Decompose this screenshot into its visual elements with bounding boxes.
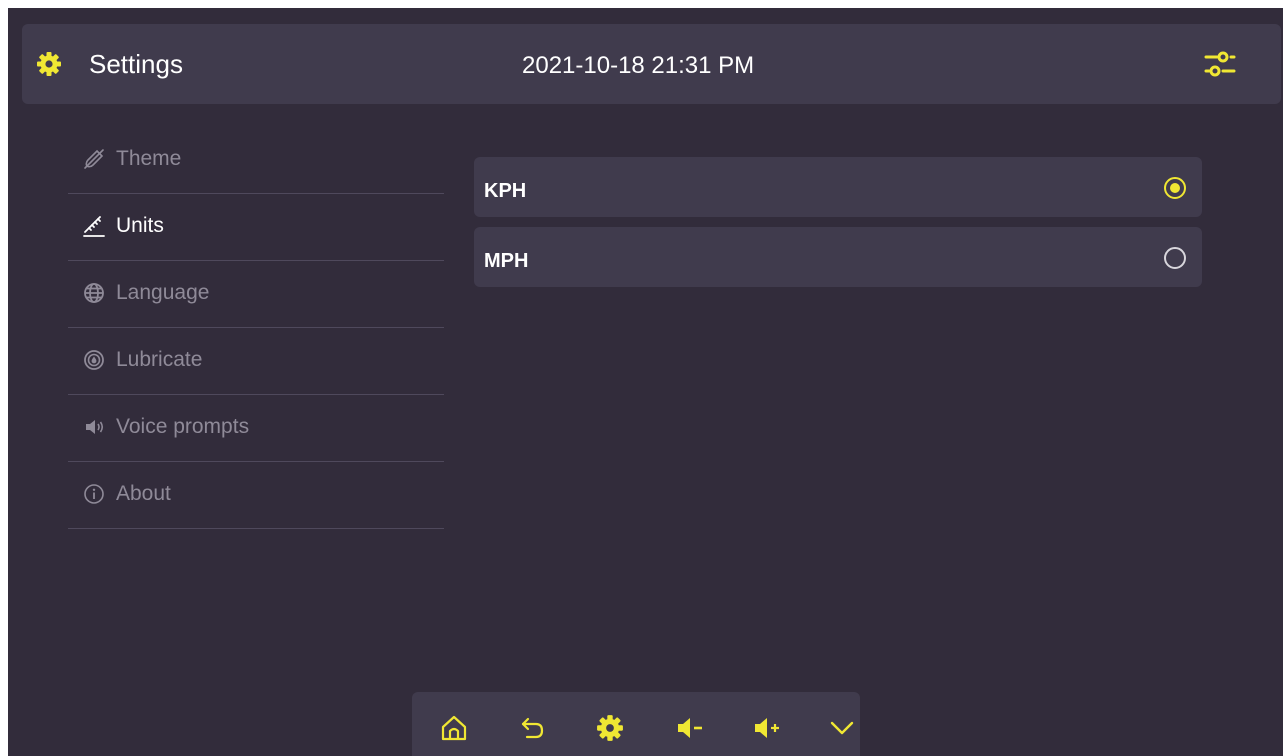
settings-screen: Settings 2021-10-18 21:31 PM Theme Units… bbox=[8, 8, 1283, 756]
sidebar-item-lubricate[interactable]: Lubricate bbox=[68, 328, 444, 395]
volume-down-icon[interactable] bbox=[670, 708, 710, 748]
globe-icon bbox=[82, 281, 106, 305]
sliders-icon[interactable] bbox=[1203, 47, 1237, 81]
sidebar-item-label: Theme bbox=[116, 147, 182, 170]
units-options: KPH MPH bbox=[474, 157, 1202, 297]
option-mph[interactable]: MPH bbox=[474, 227, 1202, 287]
sidebar-item-label: About bbox=[116, 482, 171, 505]
gear-icon bbox=[36, 51, 62, 77]
back-icon[interactable] bbox=[513, 708, 553, 748]
sidebar-item-about[interactable]: About bbox=[68, 462, 444, 529]
option-kph[interactable]: KPH bbox=[474, 157, 1202, 217]
ruler-icon bbox=[82, 214, 106, 238]
sidebar-item-units[interactable]: Units bbox=[68, 194, 444, 261]
drop-icon bbox=[82, 348, 106, 372]
radio-unselected[interactable] bbox=[1164, 247, 1186, 269]
volume-up-icon[interactable] bbox=[747, 708, 787, 748]
bottom-nav-bar bbox=[412, 692, 860, 756]
settings-sidebar: Theme Units Language Lubricate Voice pro… bbox=[68, 127, 444, 529]
option-label: KPH bbox=[484, 180, 527, 202]
home-icon[interactable] bbox=[434, 708, 474, 748]
sidebar-item-language[interactable]: Language bbox=[68, 261, 444, 328]
radio-selected[interactable] bbox=[1164, 177, 1186, 199]
brush-icon bbox=[82, 147, 106, 171]
info-icon bbox=[82, 482, 106, 506]
page-title: Settings bbox=[89, 49, 183, 79]
sidebar-item-label: Voice prompts bbox=[116, 415, 250, 438]
chevron-down-icon[interactable] bbox=[822, 708, 862, 748]
speaker-icon bbox=[82, 415, 106, 439]
sidebar-item-theme[interactable]: Theme bbox=[68, 127, 444, 194]
sidebar-item-label: Lubricate bbox=[116, 348, 203, 371]
option-label: MPH bbox=[484, 250, 529, 272]
header-bar: Settings 2021-10-18 21:31 PM bbox=[22, 24, 1281, 104]
gear-icon[interactable] bbox=[590, 708, 630, 748]
datetime-display: 2021-10-18 21:31 PM bbox=[522, 52, 755, 79]
sidebar-item-label: Language bbox=[116, 281, 210, 304]
sidebar-item-label: Units bbox=[116, 214, 164, 237]
sidebar-item-voice-prompts[interactable]: Voice prompts bbox=[68, 395, 444, 462]
